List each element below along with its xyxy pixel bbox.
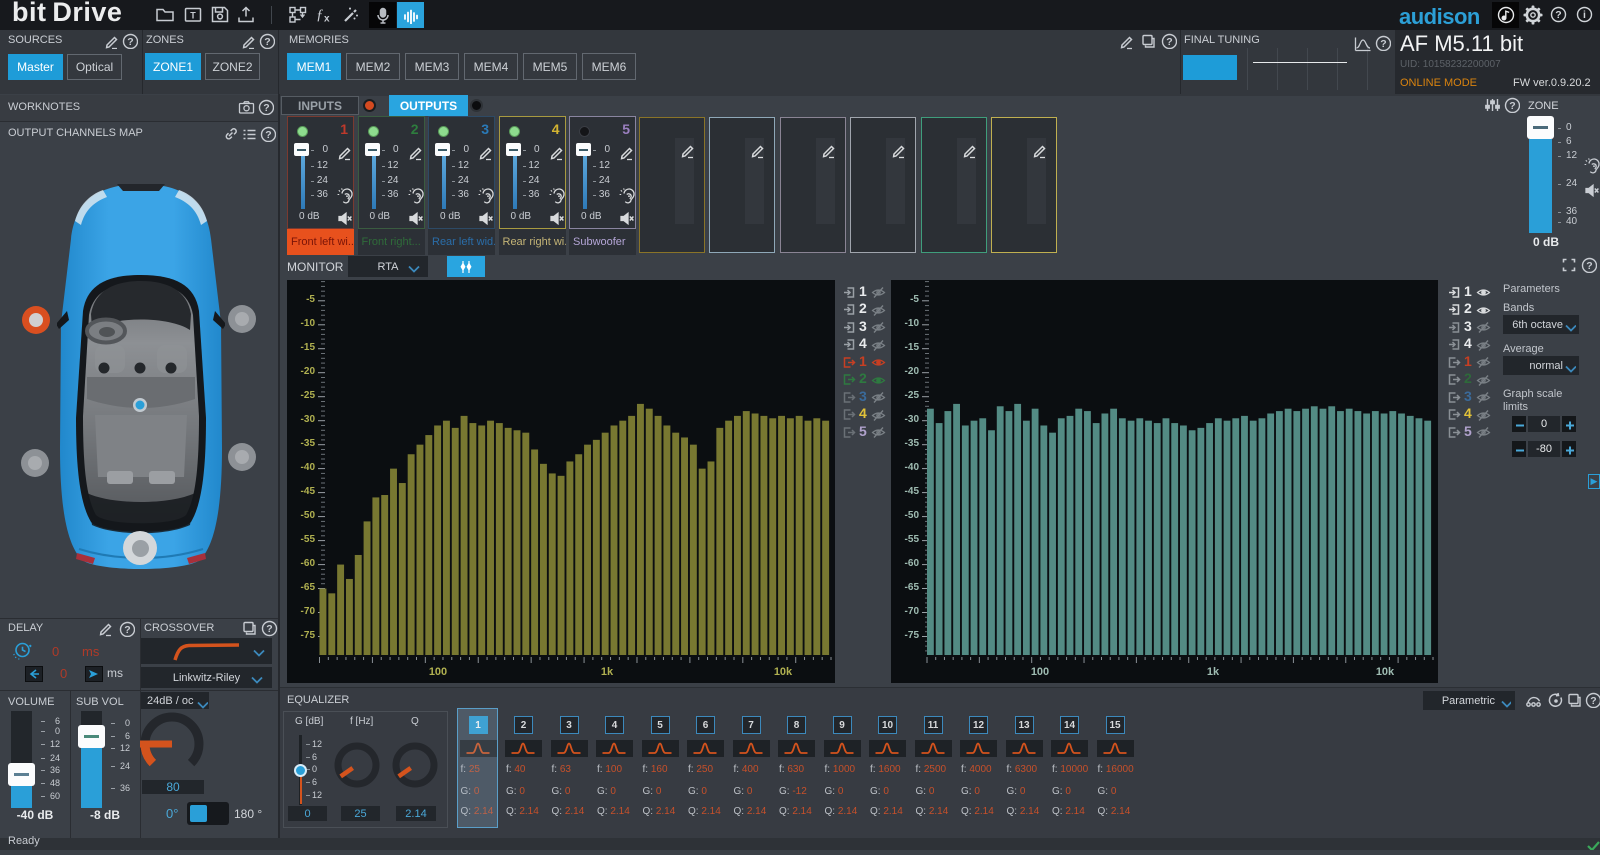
svg-text:?: ? [1380,38,1386,50]
svg-text:x: x [324,14,330,25]
svg-text:i: i [1583,9,1586,21]
svg-text:?: ? [264,36,270,48]
svg-text:?: ? [266,623,272,635]
svg-text:?: ? [124,624,130,636]
svg-text:?: ? [127,36,133,48]
svg-text:?: ? [1509,100,1515,112]
svg-text:ƒ: ƒ [316,7,324,23]
svg-text:?: ? [263,102,269,114]
svg-text:?: ? [265,129,271,141]
svg-text:?: ? [1590,695,1596,707]
svg-text:?: ? [1555,9,1561,21]
svg-text:?: ? [1166,36,1172,48]
svg-text:T: T [190,11,196,21]
svg-text:?: ? [1586,260,1592,272]
